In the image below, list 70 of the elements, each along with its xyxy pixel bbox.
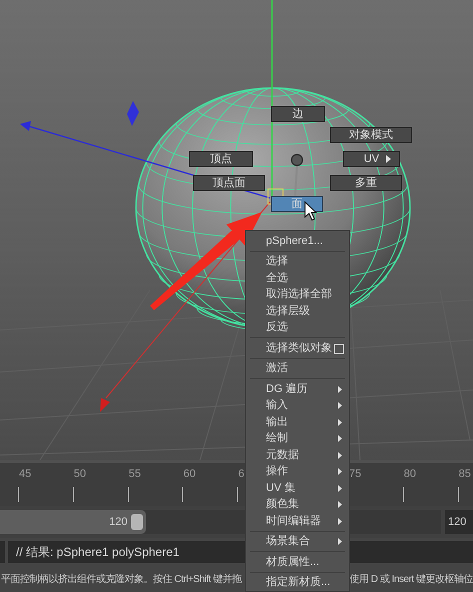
- submenu-item[interactable]: 元数据: [246, 446, 349, 463]
- tick-mark: [182, 487, 184, 502]
- submenu-item[interactable]: 操作: [246, 463, 349, 480]
- marking-menu-item[interactable]: 对象模式: [330, 127, 412, 143]
- submenu-item[interactable]: 时间编辑器: [246, 512, 349, 529]
- help-text: 平面控制柄以挤出组件或克隆对象。按住 Ctrl+Shift 键并拖: [0, 572, 242, 586]
- menu-item-label: 元数据: [266, 448, 299, 462]
- submenu-arrow-icon: [338, 484, 342, 492]
- menu-item[interactable]: 反选: [246, 319, 349, 336]
- submenu-item[interactable]: 输入: [246, 397, 349, 414]
- frame-number: 75: [348, 468, 362, 481]
- submenu-arrow-icon: [338, 435, 342, 442]
- menu-item[interactable]: 指定新材质...: [246, 574, 349, 590]
- marking-menu-center: [290, 154, 304, 198]
- checkbox[interactable]: [334, 344, 344, 354]
- marking-menu-item[interactable]: 边: [271, 106, 325, 122]
- menu-item-label: DG 遍历: [266, 382, 308, 396]
- submenu-arrow-icon: [338, 452, 342, 458]
- submenu-arrow-icon: [338, 468, 342, 475]
- tick-mark: [72, 487, 74, 502]
- range-end-label: 120: [109, 516, 128, 528]
- menu-item-label: 输入: [266, 398, 288, 413]
- submenu-arrow-icon: [338, 418, 342, 426]
- menu-item[interactable]: 选择: [246, 253, 349, 270]
- submenu-arrow-icon: [386, 155, 391, 163]
- marking-menu-item[interactable]: 多重: [330, 175, 402, 191]
- end-frame-field[interactable]: 120: [445, 510, 473, 534]
- submenu-arrow-icon: [338, 501, 342, 508]
- submenu-item[interactable]: 输出: [246, 414, 349, 430]
- menu-item-label: 输出: [266, 414, 288, 430]
- tick-mark: [237, 487, 238, 502]
- frame-number: 6: [238, 468, 244, 481]
- menu-item[interactable]: 选择类似对象: [246, 340, 349, 356]
- tick-mark: [402, 487, 404, 502]
- menu-item[interactable]: 激活: [246, 360, 349, 376]
- marking-menu-item[interactable]: UV: [343, 151, 400, 167]
- range-slider[interactable]: 120: [0, 510, 146, 534]
- frame-number: 80: [404, 468, 416, 481]
- tick-mark: [128, 487, 129, 502]
- submenu-arrow-icon: [338, 518, 342, 524]
- tick-mark: [458, 487, 459, 502]
- submenu-item[interactable]: UV 集: [246, 480, 349, 496]
- submenu-arrow-icon: [338, 538, 342, 545]
- menu-item-label: 选择类似对象: [266, 340, 332, 356]
- frame-number: 55: [128, 468, 141, 481]
- marking-menu-item[interactable]: 顶点面: [193, 175, 265, 191]
- tick-mark: [18, 487, 19, 502]
- submenu-arrow-icon: [338, 402, 342, 409]
- menu-item-label: UV 集: [266, 480, 296, 496]
- handle-marker[interactable]: [127, 101, 139, 126]
- marking-menu-item[interactable]: 面: [271, 196, 323, 212]
- submenu-arrow-icon: [338, 386, 342, 392]
- menu-title[interactable]: pSphere1...: [246, 234, 349, 249]
- menu-item-label: 时间编辑器: [266, 514, 321, 528]
- frame-number: 85: [458, 468, 471, 481]
- menu-item[interactable]: 取消选择全部: [246, 286, 349, 302]
- submenu-item[interactable]: 绘制: [246, 430, 349, 446]
- frame-number: 45: [19, 468, 32, 481]
- marking-menu-item[interactable]: 顶点: [189, 151, 253, 167]
- frame-number: 50: [74, 468, 86, 481]
- menu-item-label: 绘制: [266, 431, 288, 446]
- menu-item-label: 操作: [266, 464, 288, 479]
- frame-number: 60: [183, 468, 196, 481]
- menu-item[interactable]: 全选: [246, 270, 349, 286]
- help-text: 使用 D 或 Insert 键更改枢轴位: [350, 572, 473, 586]
- cursor-icon: [304, 201, 317, 221]
- panel-grip[interactable]: [0, 541, 5, 563]
- menu-item[interactable]: 选择层级: [246, 302, 349, 319]
- submenu-item[interactable]: DG 遍历: [246, 380, 349, 397]
- range-handle[interactable]: [130, 514, 143, 530]
